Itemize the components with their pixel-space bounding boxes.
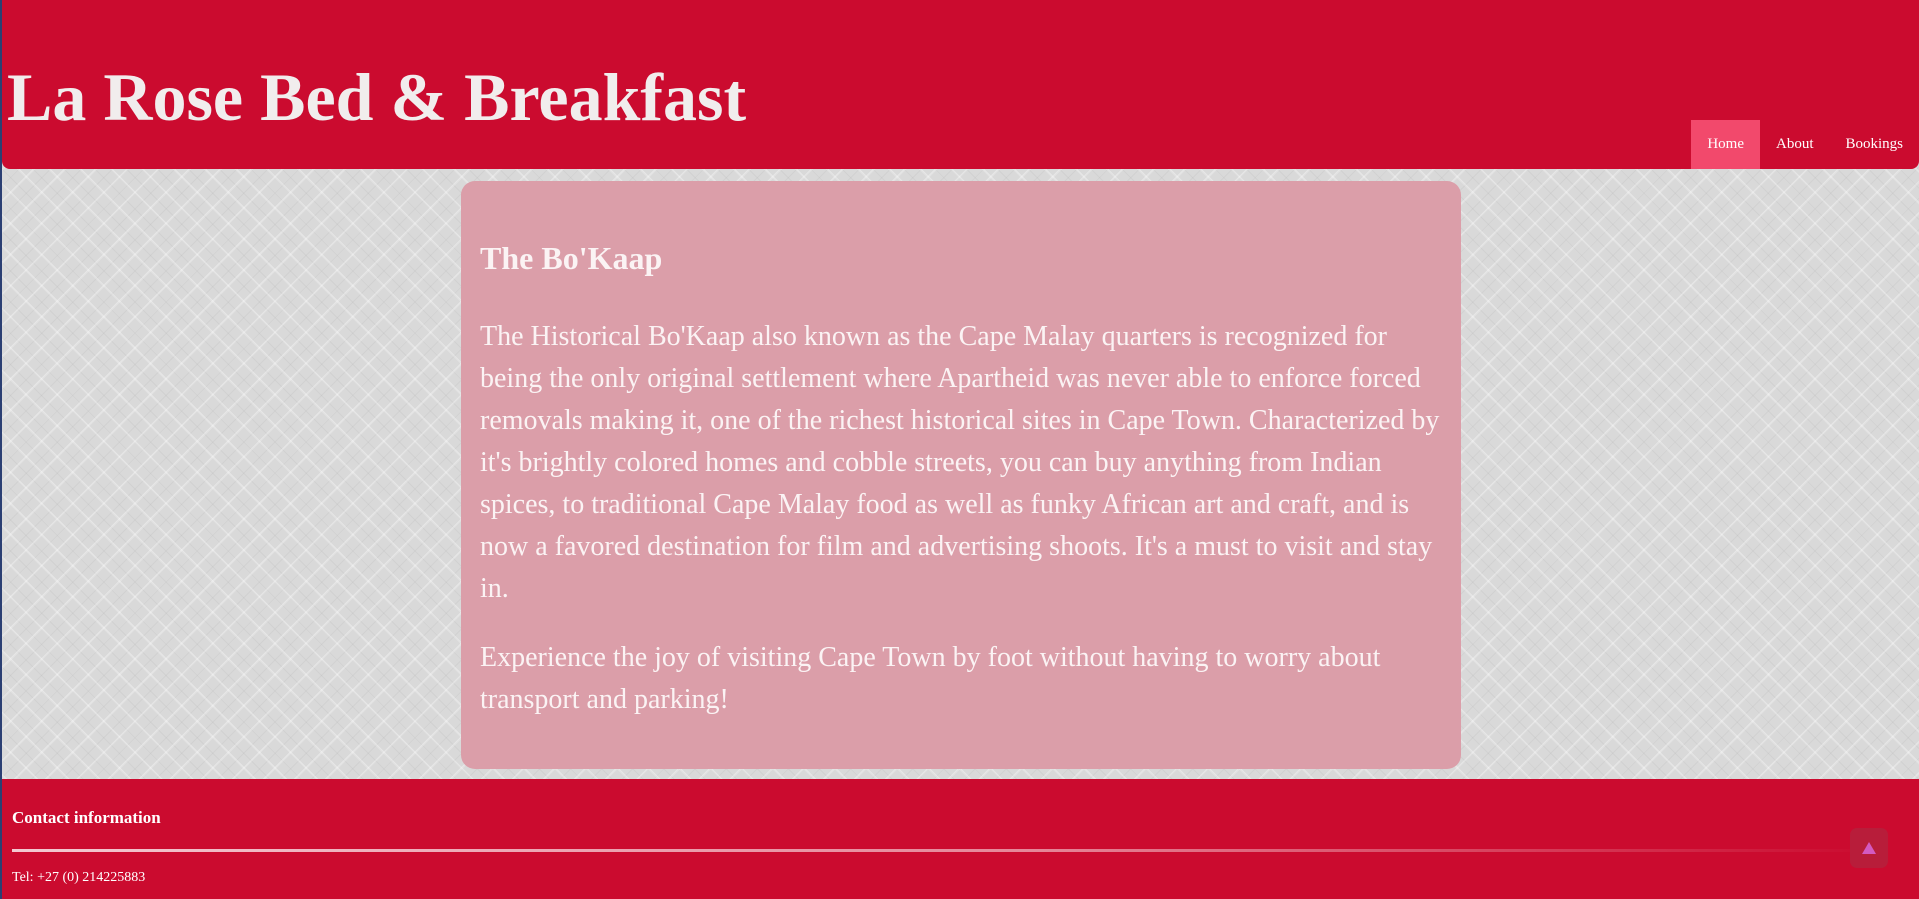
site-header: La Rose Bed & Breakfast Home About Booki… (2, 0, 1919, 169)
nav-about[interactable]: About (1760, 120, 1830, 169)
triangle-up-icon (1862, 842, 1876, 854)
nav-bookings[interactable]: Bookings (1829, 120, 1919, 169)
site-title: La Rose Bed & Breakfast (7, 59, 747, 135)
closing-paragraph: Experience the joy of visiting Cape Town… (480, 642, 1381, 716)
main-nav: Home About Bookings (1691, 120, 1919, 169)
content-card: The Bo'Kaap The Historical Bo'Kaap also … (461, 181, 1461, 769)
nav-home[interactable]: Home (1691, 120, 1760, 169)
back-to-top-button[interactable] (1850, 828, 1888, 868)
window-left-edge (0, 0, 2, 899)
contact-phone: Tel: +27 (0) 214225883 (12, 870, 146, 885)
contact-heading: Contact information (12, 808, 161, 827)
section-heading: The Bo'Kaap (480, 240, 663, 276)
site-footer: Contact information Tel: +27 (0) 2142258… (2, 779, 1919, 899)
intro-paragraph: The Historical Bo'Kaap also known as the… (480, 321, 1440, 605)
footer-divider (12, 849, 1872, 852)
